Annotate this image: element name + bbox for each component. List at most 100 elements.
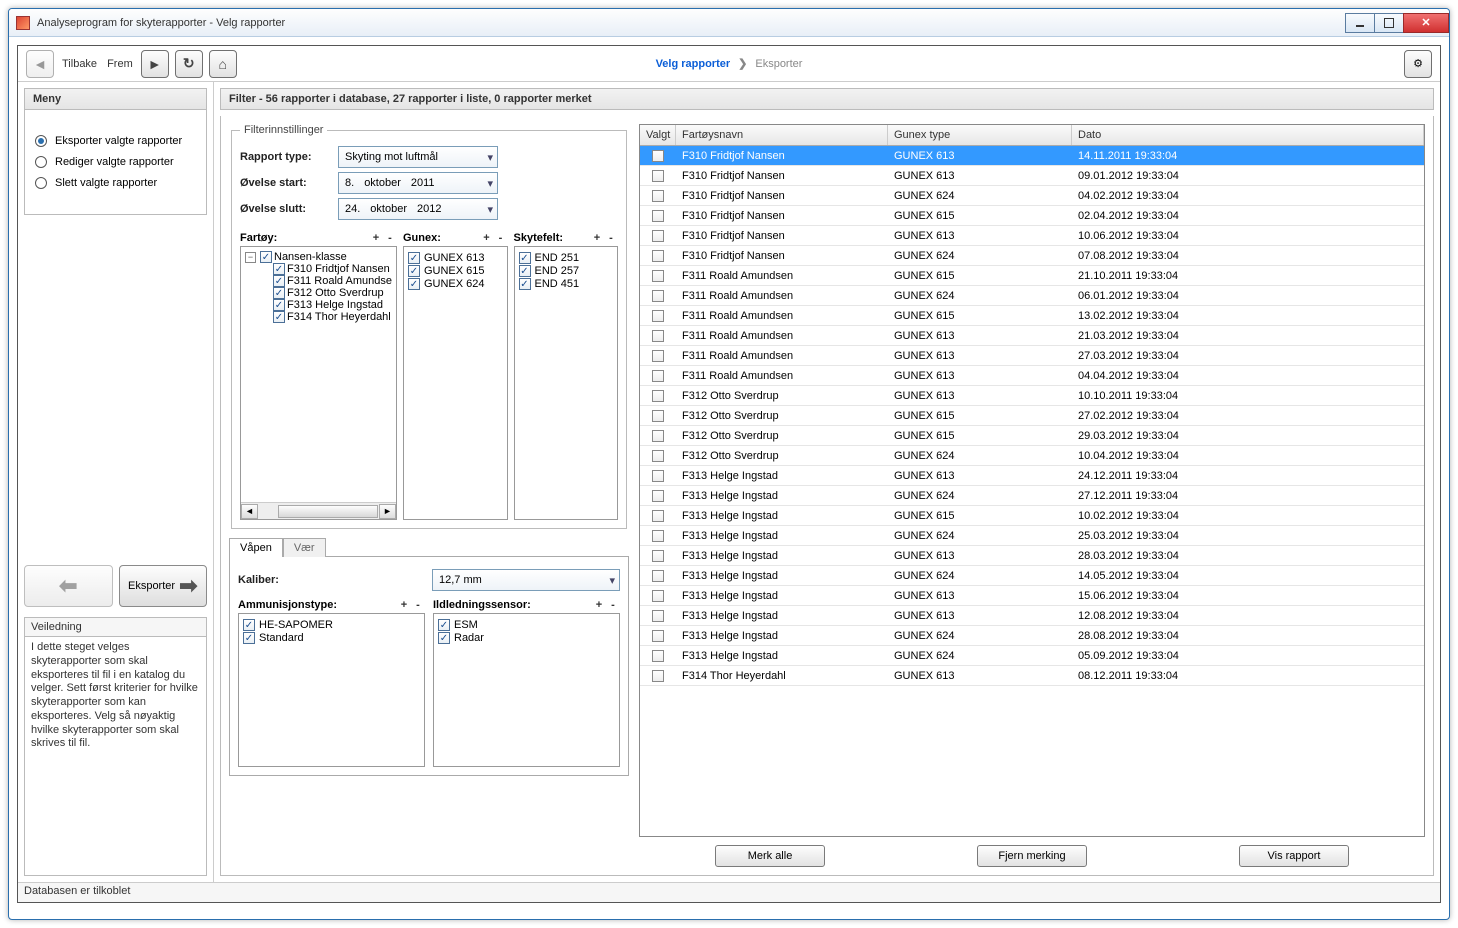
- checkbox-icon[interactable]: [273, 263, 285, 275]
- fartoy-tree[interactable]: −Nansen-klasse F310 Fridtjof NansenF311 …: [240, 246, 397, 520]
- table-row[interactable]: F311 Roald AmundsenGUNEX 61304.04.2012 1…: [640, 366, 1424, 386]
- nav-forward-button[interactable]: ►: [141, 50, 169, 78]
- nav-back-button[interactable]: ◄: [26, 50, 54, 78]
- grid-body[interactable]: F310 Fridtjof NansenGUNEX 61314.11.2011 …: [640, 146, 1424, 836]
- table-row[interactable]: F311 Roald AmundsenGUNEX 61327.03.2012 1…: [640, 346, 1424, 366]
- gunex-list[interactable]: GUNEX 613GUNEX 615GUNEX 624: [403, 246, 508, 520]
- horizontal-scrollbar[interactable]: ◄►: [241, 502, 396, 519]
- row-checkbox[interactable]: [652, 530, 664, 542]
- skytefelt-add[interactable]: +: [590, 232, 604, 244]
- tree-item[interactable]: F312 Otto Sverdrup: [245, 287, 392, 299]
- checkbox-icon[interactable]: [273, 311, 285, 323]
- list-item[interactable]: Radar: [438, 632, 615, 644]
- menu-option[interactable]: Slett valgte rapporter: [35, 177, 196, 189]
- row-checkbox[interactable]: [652, 570, 664, 582]
- checkbox-icon[interactable]: [438, 632, 450, 644]
- table-row[interactable]: F310 Fridtjof NansenGUNEX 62407.08.2012 …: [640, 246, 1424, 266]
- table-row[interactable]: F312 Otto SverdrupGUNEX 61310.10.2011 19…: [640, 386, 1424, 406]
- row-checkbox[interactable]: [652, 470, 664, 482]
- reports-grid[interactable]: Valgt Fartøysnavn Gunex type Dato F310 F…: [639, 124, 1425, 837]
- table-row[interactable]: F313 Helge IngstadGUNEX 61510.02.2012 19…: [640, 506, 1424, 526]
- row-checkbox[interactable]: [652, 250, 664, 262]
- table-row[interactable]: F311 Roald AmundsenGUNEX 61521.10.2011 1…: [640, 266, 1424, 286]
- wizard-export-button[interactable]: Eksporter ➡: [119, 565, 208, 607]
- sensor-add[interactable]: +: [592, 599, 606, 611]
- ammo-list[interactable]: HE-SAPOMERStandard: [238, 613, 425, 767]
- minimize-button[interactable]: [1345, 13, 1375, 33]
- list-item[interactable]: END 251: [519, 252, 614, 264]
- report-type-combo[interactable]: Skyting mot luftmål: [338, 146, 498, 168]
- table-row[interactable]: F313 Helge IngstadGUNEX 62427.12.2011 19…: [640, 486, 1424, 506]
- row-checkbox[interactable]: [652, 390, 664, 402]
- row-checkbox[interactable]: [652, 190, 664, 202]
- fartoy-add[interactable]: +: [369, 232, 383, 244]
- row-checkbox[interactable]: [652, 490, 664, 502]
- table-row[interactable]: F312 Otto SverdrupGUNEX 61527.02.2012 19…: [640, 406, 1424, 426]
- row-checkbox[interactable]: [652, 630, 664, 642]
- select-all-button[interactable]: Merk alle: [715, 845, 825, 867]
- sensor-remove[interactable]: -: [606, 599, 620, 611]
- row-checkbox[interactable]: [652, 510, 664, 522]
- checkbox-icon[interactable]: [273, 275, 285, 287]
- list-item[interactable]: ESM: [438, 619, 615, 631]
- list-item[interactable]: GUNEX 613: [408, 252, 503, 264]
- menu-option[interactable]: Rediger valgte rapporter: [35, 156, 196, 168]
- checkbox-icon[interactable]: [260, 251, 272, 263]
- tab-vaapen[interactable]: Våpen: [229, 538, 283, 557]
- col-dato[interactable]: Dato: [1072, 125, 1424, 145]
- table-row[interactable]: F313 Helge IngstadGUNEX 61312.08.2012 19…: [640, 606, 1424, 626]
- checkbox-icon[interactable]: [519, 252, 531, 264]
- show-report-button[interactable]: Vis rapport: [1239, 845, 1349, 867]
- settings-button[interactable]: ⚙: [1404, 50, 1432, 78]
- table-row[interactable]: F311 Roald AmundsenGUNEX 62406.01.2012 1…: [640, 286, 1424, 306]
- checkbox-icon[interactable]: [438, 619, 450, 631]
- list-item[interactable]: END 451: [519, 278, 614, 290]
- tree-item[interactable]: F313 Helge Ingstad: [245, 299, 392, 311]
- table-row[interactable]: F313 Helge IngstadGUNEX 62428.08.2012 19…: [640, 626, 1424, 646]
- checkbox-icon[interactable]: [519, 278, 531, 290]
- row-checkbox[interactable]: [652, 170, 664, 182]
- col-fartoy[interactable]: Fartøysnavn: [676, 125, 888, 145]
- clear-selection-button[interactable]: Fjern merking: [977, 845, 1087, 867]
- list-item[interactable]: HE-SAPOMER: [243, 619, 420, 631]
- gunex-add[interactable]: +: [480, 232, 494, 244]
- tab-vaer[interactable]: Vær: [283, 538, 326, 557]
- row-checkbox[interactable]: [652, 650, 664, 662]
- kaliber-combo[interactable]: 12,7 mm: [432, 569, 620, 591]
- breadcrumb-step-2[interactable]: Eksporter: [755, 58, 802, 70]
- checkbox-icon[interactable]: [408, 265, 420, 277]
- row-checkbox[interactable]: [652, 330, 664, 342]
- table-row[interactable]: F314 Thor HeyerdahlGUNEX 61308.12.2011 1…: [640, 666, 1424, 686]
- breadcrumb-step-1[interactable]: Velg rapporter: [656, 58, 731, 70]
- row-checkbox[interactable]: [652, 350, 664, 362]
- tree-item[interactable]: F314 Thor Heyerdahl: [245, 311, 392, 323]
- checkbox-icon[interactable]: [408, 252, 420, 264]
- table-row[interactable]: F311 Roald AmundsenGUNEX 61513.02.2012 1…: [640, 306, 1424, 326]
- ammo-add[interactable]: +: [397, 599, 411, 611]
- table-row[interactable]: F310 Fridtjof NansenGUNEX 61309.01.2012 …: [640, 166, 1424, 186]
- row-checkbox[interactable]: [652, 590, 664, 602]
- tree-root[interactable]: −Nansen-klasse: [245, 251, 392, 263]
- list-item[interactable]: GUNEX 615: [408, 265, 503, 277]
- table-row[interactable]: F313 Helge IngstadGUNEX 61324.12.2011 19…: [640, 466, 1424, 486]
- table-row[interactable]: F312 Otto SverdrupGUNEX 61529.03.2012 19…: [640, 426, 1424, 446]
- col-gunex[interactable]: Gunex type: [888, 125, 1072, 145]
- row-checkbox[interactable]: [652, 410, 664, 422]
- table-row[interactable]: F310 Fridtjof NansenGUNEX 61310.06.2012 …: [640, 226, 1424, 246]
- end-date-picker[interactable]: 24. oktober 2012: [338, 198, 498, 220]
- row-checkbox[interactable]: [652, 270, 664, 282]
- row-checkbox[interactable]: [652, 610, 664, 622]
- list-item[interactable]: GUNEX 624: [408, 278, 503, 290]
- table-row[interactable]: F313 Helge IngstadGUNEX 62405.09.2012 19…: [640, 646, 1424, 666]
- table-row[interactable]: F313 Helge IngstadGUNEX 61328.03.2012 19…: [640, 546, 1424, 566]
- row-checkbox[interactable]: [652, 430, 664, 442]
- list-item[interactable]: Standard: [243, 632, 420, 644]
- home-button[interactable]: ⌂: [209, 50, 237, 78]
- row-checkbox[interactable]: [652, 310, 664, 322]
- table-row[interactable]: F312 Otto SverdrupGUNEX 62410.04.2012 19…: [640, 446, 1424, 466]
- maximize-button[interactable]: [1374, 13, 1404, 33]
- table-row[interactable]: F313 Helge IngstadGUNEX 61315.06.2012 19…: [640, 586, 1424, 606]
- gunex-remove[interactable]: -: [494, 232, 508, 244]
- col-valgt[interactable]: Valgt: [640, 125, 676, 145]
- row-checkbox[interactable]: [652, 670, 664, 682]
